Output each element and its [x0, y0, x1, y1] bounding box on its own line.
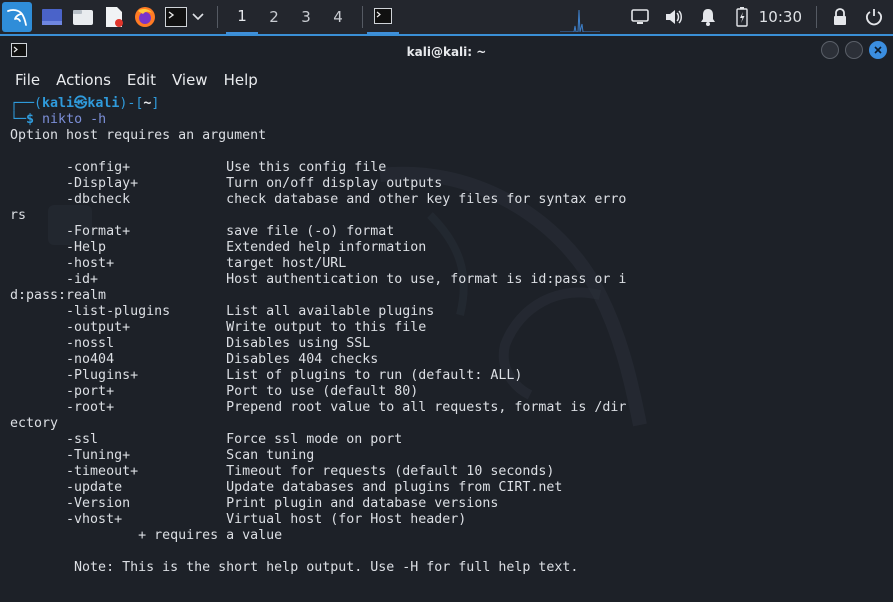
text-editor-button[interactable]: [103, 6, 125, 28]
lock-icon: [834, 8, 846, 25]
power-button[interactable]: [863, 6, 885, 28]
workspace-1[interactable]: 1: [226, 0, 258, 34]
terminal-line: + requires a value: [10, 528, 283, 543]
maximize-button[interactable]: [845, 41, 863, 59]
top-panel: 1 2 3 4 10:30: [0, 0, 893, 34]
prompt-frame-top: ┌──(: [10, 96, 43, 111]
command-name: nikto: [42, 112, 83, 127]
terminal-line: -host+ target host/URL: [10, 256, 347, 271]
file-manager-icon: [73, 10, 93, 25]
kali-menu-icon: [7, 9, 27, 26]
lock-screen-button[interactable]: [829, 6, 851, 28]
terminal-line: -config+ Use this config file: [10, 160, 387, 175]
terminal-line: -Format+ save file (-o) format: [10, 224, 395, 239]
prompt-end: ]: [151, 96, 160, 111]
display-button[interactable]: [629, 6, 651, 28]
terminal-task-icon: [374, 8, 392, 24]
window-controls: [815, 41, 887, 59]
terminal-line: -Tuning+ Scan tuning: [10, 448, 315, 463]
panel-separator: [217, 6, 218, 28]
close-button[interactable]: [869, 41, 887, 59]
menu-actions[interactable]: Actions: [56, 71, 111, 89]
terminal-line: -list-plugins List all available plugins: [10, 304, 435, 319]
terminal-line: -dbcheck check database and other key fi…: [10, 192, 627, 207]
show-desktop-icon: [42, 9, 62, 25]
workspace-4[interactable]: 4: [322, 0, 354, 34]
volume-button[interactable]: [663, 6, 685, 28]
workspace-3[interactable]: 3: [290, 0, 322, 34]
text-editor-icon: [106, 7, 123, 27]
firefox-icon: [135, 7, 155, 27]
terminal-line: d:pass:realm: [10, 288, 107, 303]
minimize-button[interactable]: [821, 41, 839, 59]
terminal-line: -Plugins+ List of plugins to run (defaul…: [10, 368, 523, 383]
terminal-line: -Help Extended help information: [10, 240, 427, 255]
chevron-down-icon: [192, 13, 204, 21]
menubar: File Actions Edit View Help: [0, 67, 893, 93]
show-desktop-button[interactable]: [41, 6, 63, 28]
panel-separator: [816, 6, 817, 28]
terminal-line: -timeout+ Timeout for requests (default …: [10, 464, 555, 479]
terminal-app-icon: [11, 43, 27, 57]
prompt-frame-bottom: └─: [10, 112, 27, 127]
prompt-mid: )-[: [119, 96, 144, 111]
launcher-dropdown[interactable]: [191, 6, 205, 28]
workspace-2[interactable]: 2: [258, 0, 290, 34]
battery-icon: [736, 7, 748, 27]
cpu-graph: [560, 9, 600, 32]
terminal-icon: [165, 7, 187, 27]
command-argument: -h: [90, 112, 107, 127]
terminal-line: -Version Print plugin and database versi…: [10, 496, 499, 511]
window-title: kali@kali: ~: [406, 44, 487, 59]
menu-file[interactable]: File: [15, 71, 40, 89]
notifications-button[interactable]: [697, 6, 719, 28]
terminal-line: Option host requires an argument: [10, 128, 267, 143]
system-tray: 10:30: [629, 0, 893, 34]
terminal-line: -ssl Force ssl mode on port: [10, 432, 403, 447]
terminal-window: kali@kali: ~ File Actions Edit View Help…: [0, 34, 893, 600]
terminal-line: -vhost+ Virtual host (for Host header): [10, 512, 467, 527]
menu-help[interactable]: Help: [224, 71, 258, 89]
battery-button[interactable]: [731, 6, 753, 28]
terminal-line: -root+ Prepend root value to all request…: [10, 400, 627, 415]
terminal-line: -no404 Disables 404 checks: [10, 352, 379, 367]
panel-separator: [362, 6, 363, 28]
terminal-line: -nossl Disables using SSL: [10, 336, 371, 351]
terminal-line: -port+ Port to use (default 80): [10, 384, 419, 399]
clock[interactable]: 10:30: [759, 8, 802, 26]
menu-view[interactable]: View: [172, 71, 208, 89]
terminal-line: Note: This is the short help output. Use…: [10, 560, 579, 575]
volume-icon: [665, 10, 682, 24]
terminal-launcher[interactable]: [165, 6, 187, 28]
terminal-output-area[interactable]: ┌──(kali㉿kali)-[~] └─$ nikto -h Option h…: [0, 95, 893, 602]
firefox-button[interactable]: [134, 6, 156, 28]
terminal-line: -Display+ Turn on/off display outputs: [10, 176, 443, 191]
close-icon: [874, 46, 882, 54]
file-manager-button[interactable]: [72, 6, 94, 28]
menu-edit[interactable]: Edit: [127, 71, 156, 89]
display-icon: [630, 9, 649, 24]
window-titlebar[interactable]: kali@kali: ~: [0, 36, 893, 67]
terminal-output-lines: Option host requires an argument -config…: [10, 128, 626, 575]
power-icon: [865, 9, 883, 26]
taskbar-terminal-window[interactable]: [367, 0, 399, 34]
prompt-user: kali㉿kali: [42, 96, 120, 111]
terminal-line: -output+ Write output to this file: [10, 320, 427, 335]
terminal-text: ┌──(kali㉿kali)-[~] └─$ nikto -h Option h…: [10, 96, 626, 576]
notification-bell-icon: [700, 9, 715, 26]
terminal-line: -update Update databases and plugins fro…: [10, 480, 563, 495]
terminal-line: ectory: [10, 416, 59, 431]
terminal-line: -id+ Host authentication to use, format …: [10, 272, 627, 287]
kali-menu-button[interactable]: [2, 2, 32, 32]
prompt-dollar: $: [26, 112, 35, 127]
terminal-line: rs: [10, 208, 27, 223]
